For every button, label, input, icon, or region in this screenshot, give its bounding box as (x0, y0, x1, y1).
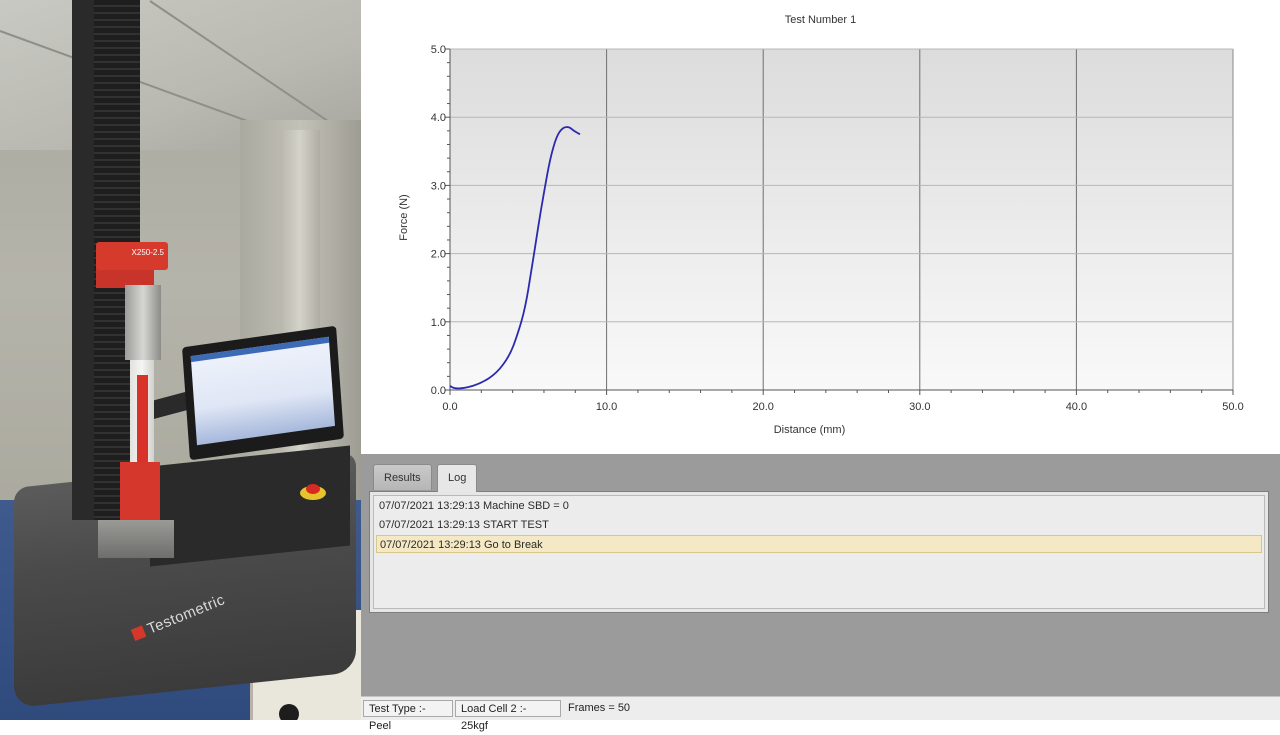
sample-strip (137, 375, 148, 470)
load-cell-label: X250-2.5 (131, 248, 164, 257)
lower-panel: Results Log 07/07/2021 13:29:13 Machine … (361, 454, 1280, 696)
y-tick-label: 0.0 (431, 385, 446, 397)
cabinet-knob (279, 704, 299, 720)
load-cell: X250-2.5 (96, 242, 168, 270)
y-tick-label: 4.0 (431, 112, 446, 124)
force-distance-chart: 0.0 10.0 20.0 30.0 40.0 50.0 0.0 1.0 2.0 3.0 4.0 5.… (398, 44, 1244, 436)
y-tick-label: 5.0 (431, 44, 446, 56)
tab-results[interactable]: Results (373, 464, 432, 490)
log-panel: 07/07/2021 13:29:13 Machine SBD = 0 07/0… (369, 491, 1269, 613)
x-tick-label: 30.0 (909, 401, 930, 413)
test-software: Test Number 1 0.0 10.0 20.0 30.0 40.0 50.0 0.0… (361, 0, 1280, 732)
y-tick-label: 3.0 (431, 180, 446, 192)
emergency-stop-button (306, 484, 320, 494)
tab-log[interactable]: Log (437, 464, 477, 492)
status-test-type: Test Type :- Peel (363, 700, 453, 732)
x-tick-label: 20.0 (752, 401, 773, 413)
upper-grip (125, 285, 161, 360)
touch-monitor (182, 325, 344, 461)
grip-base (98, 520, 174, 558)
log-row-selected[interactable]: 07/07/2021 13:29:13 Go to Break (376, 535, 1262, 553)
plot-background (450, 49, 1233, 390)
y-tick-label: 2.0 (431, 249, 446, 261)
machine-photo: X250-2.5 Testometric (0, 0, 361, 720)
lower-grip (120, 462, 160, 524)
machine-base-plate (150, 445, 350, 567)
x-tick-label: 50.0 (1222, 401, 1243, 413)
x-tick-label: 10.0 (596, 401, 617, 413)
machine-column-side (72, 0, 94, 520)
y-axis-label: Force (N) (398, 194, 410, 240)
status-frames: Frames = 50 (568, 702, 631, 714)
x-axis-label: Distance (mm) (774, 424, 846, 436)
log-row[interactable]: 07/07/2021 13:29:13 START TEST (376, 516, 1262, 534)
status-load-cell: Load Cell 2 :- 25kgf (455, 700, 561, 732)
log-list[interactable]: 07/07/2021 13:29:13 Machine SBD = 0 07/0… (373, 495, 1265, 609)
x-tick-label: 0.0 (442, 401, 457, 413)
chart-panel: Test Number 1 0.0 10.0 20.0 30.0 40.0 50.0 0.0… (361, 0, 1280, 454)
monitor-screen (190, 336, 336, 446)
x-tick-label: 40.0 (1066, 401, 1087, 413)
y-tick-label: 1.0 (431, 317, 446, 329)
status-bar: Test Type :- Peel Load Cell 2 :- 25kgf F… (361, 696, 1280, 732)
monitor-title-bar (190, 336, 330, 363)
log-row[interactable]: 07/07/2021 13:29:13 Machine SBD = 0 (376, 497, 1262, 515)
